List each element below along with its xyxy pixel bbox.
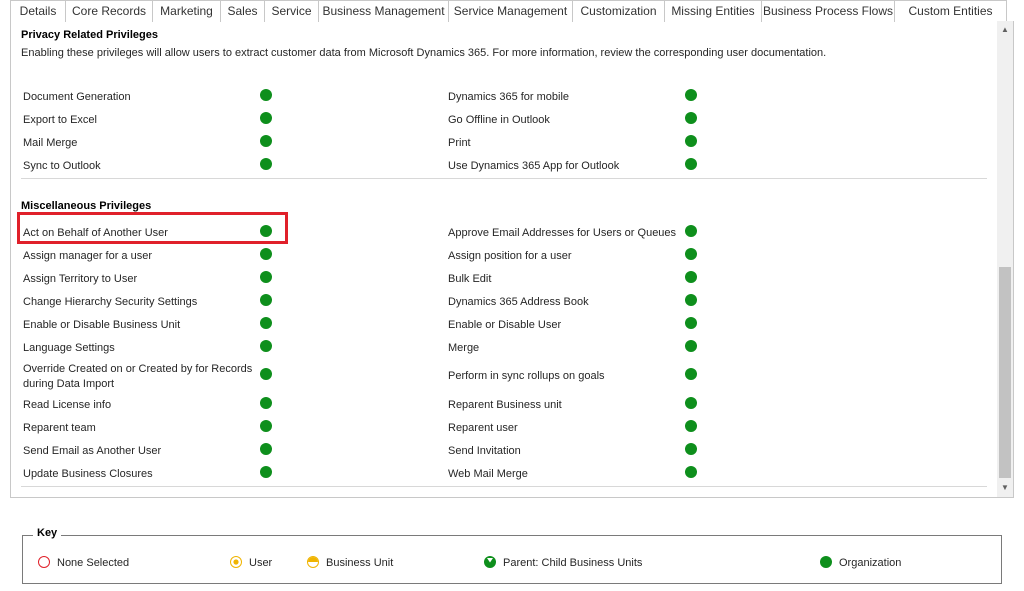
privilege-label: Merge (448, 342, 480, 354)
privilege-organization-icon[interactable] (260, 397, 272, 409)
privilege-label: Language Settings (23, 342, 115, 354)
parent-child-business-units-icon (484, 556, 496, 568)
privilege-label: Perform in sync rollups on goals (448, 370, 605, 382)
organization-level-icon (820, 556, 832, 568)
key-none-selected: None Selected (57, 557, 130, 569)
user-level-icon (230, 556, 242, 568)
section-divider (21, 486, 987, 487)
privilege-organization-icon[interactable] (685, 340, 697, 352)
privilege-label: Export to Excel (23, 114, 97, 126)
privilege-organization-icon[interactable] (685, 248, 697, 260)
privilege-organization-icon[interactable] (685, 225, 697, 237)
privilege-organization-icon[interactable] (685, 158, 697, 170)
tab-strip: Details Core Records Marketing Sales Ser… (10, 0, 1013, 22)
privilege-label: Update Business Closures (23, 468, 153, 480)
privilege-organization-icon[interactable] (685, 317, 697, 329)
privilege-organization-icon[interactable] (260, 443, 272, 455)
tab-business-process-flows[interactable]: Business Process Flows (761, 0, 895, 22)
privilege-label: Enable or Disable User (448, 319, 562, 331)
privilege-organization-icon[interactable] (260, 317, 272, 329)
privilege-label: Web Mail Merge (448, 468, 528, 480)
privilege-organization-icon[interactable] (685, 420, 697, 432)
privacy-section-title: Privacy Related Privileges (21, 29, 158, 41)
privilege-organization-icon[interactable] (260, 112, 272, 124)
privilege-label: Assign position for a user (448, 250, 572, 262)
business-unit-level-icon (307, 556, 319, 568)
privilege-organization-icon[interactable] (685, 112, 697, 124)
privilege-label: Reparent user (448, 422, 518, 434)
vertical-scrollbar[interactable]: ▲ ▼ (997, 21, 1013, 497)
key-title: Key (33, 527, 62, 539)
privilege-organization-icon[interactable] (685, 294, 697, 306)
privileges-panel: Privacy Related Privileges Enabling thes… (10, 21, 1014, 498)
tab-marketing[interactable]: Marketing (152, 0, 221, 22)
privilege-label: Use Dynamics 365 App for Outlook (448, 160, 620, 172)
misc-section-title: Miscellaneous Privileges (21, 200, 152, 212)
privilege-organization-icon[interactable] (260, 158, 272, 170)
privilege-label: Reparent team (23, 422, 96, 434)
none-selected-icon (38, 556, 50, 568)
privilege-label: Read License info (23, 399, 112, 411)
privilege-label: Send Invitation (448, 445, 521, 457)
privilege-organization-icon[interactable] (685, 397, 697, 409)
privilege-organization-icon[interactable] (260, 89, 272, 101)
privilege-label: Enable or Disable Business Unit (23, 319, 181, 331)
tab-core-records[interactable]: Core Records (65, 0, 153, 22)
privilege-organization-icon[interactable] (260, 368, 272, 380)
tab-missing-entities[interactable]: Missing Entities (664, 0, 762, 22)
privilege-label: Reparent Business unit (448, 399, 562, 411)
privilege-label: Mail Merge (23, 137, 78, 149)
privilege-key: Key None Selected User Business Unit Par… (22, 527, 1002, 584)
privilege-organization-icon[interactable] (260, 420, 272, 432)
privilege-label: Dynamics 365 Address Book (448, 296, 589, 308)
privilege-organization-icon[interactable] (260, 248, 272, 260)
privilege-organization-icon[interactable] (685, 466, 697, 478)
scrollbar-thumb[interactable] (999, 267, 1011, 478)
key-business-unit: Business Unit (326, 557, 394, 569)
highlight-box (17, 212, 288, 244)
scroll-up-arrow-icon[interactable]: ▲ (997, 23, 1013, 37)
privilege-label: Go Offline in Outlook (448, 114, 550, 126)
privilege-label: Assign manager for a user (23, 250, 153, 262)
tab-custom-entities[interactable]: Custom Entities (894, 0, 1007, 22)
privilege-label: Approve Email Addresses for Users or Que… (448, 227, 677, 239)
privilege-organization-icon[interactable] (685, 89, 697, 101)
privilege-label: Bulk Edit (448, 273, 492, 285)
privilege-label: Sync to Outlook (23, 160, 101, 172)
privilege-organization-icon[interactable] (260, 294, 272, 306)
privilege-organization-icon[interactable] (260, 271, 272, 283)
scroll-down-arrow-icon[interactable]: ▼ (997, 481, 1013, 495)
tab-business-management[interactable]: Business Management (318, 0, 449, 22)
privilege-label: Print (448, 137, 471, 149)
tab-sales[interactable]: Sales (220, 0, 265, 22)
privilege-label: Override Created on or Created by for Re… (23, 363, 253, 390)
privilege-label: Document Generation (23, 91, 131, 103)
privilege-organization-icon[interactable] (260, 340, 272, 352)
privilege-label: Send Email as Another User (23, 445, 162, 457)
tab-service[interactable]: Service (264, 0, 319, 22)
key-organization: Organization (839, 557, 902, 569)
privilege-organization-icon[interactable] (685, 368, 697, 380)
tab-details[interactable]: Details (10, 0, 66, 22)
tab-service-management[interactable]: Service Management (448, 0, 573, 22)
privilege-organization-icon[interactable] (260, 135, 272, 147)
privilege-organization-icon[interactable] (685, 443, 697, 455)
privacy-section-description: Enabling these privileges will allow use… (21, 47, 827, 59)
tab-customization[interactable]: Customization (572, 0, 665, 22)
key-parent-child-business-units: Parent: Child Business Units (503, 557, 643, 569)
privilege-organization-icon[interactable] (685, 135, 697, 147)
privilege-organization-icon[interactable] (260, 466, 272, 478)
privilege-organization-icon[interactable] (685, 271, 697, 283)
privilege-label: Change Hierarchy Security Settings (23, 296, 198, 308)
privilege-label: Dynamics 365 for mobile (448, 91, 570, 103)
section-divider (21, 178, 987, 179)
key-user: User (249, 557, 273, 569)
privilege-label: Assign Territory to User (23, 273, 138, 285)
